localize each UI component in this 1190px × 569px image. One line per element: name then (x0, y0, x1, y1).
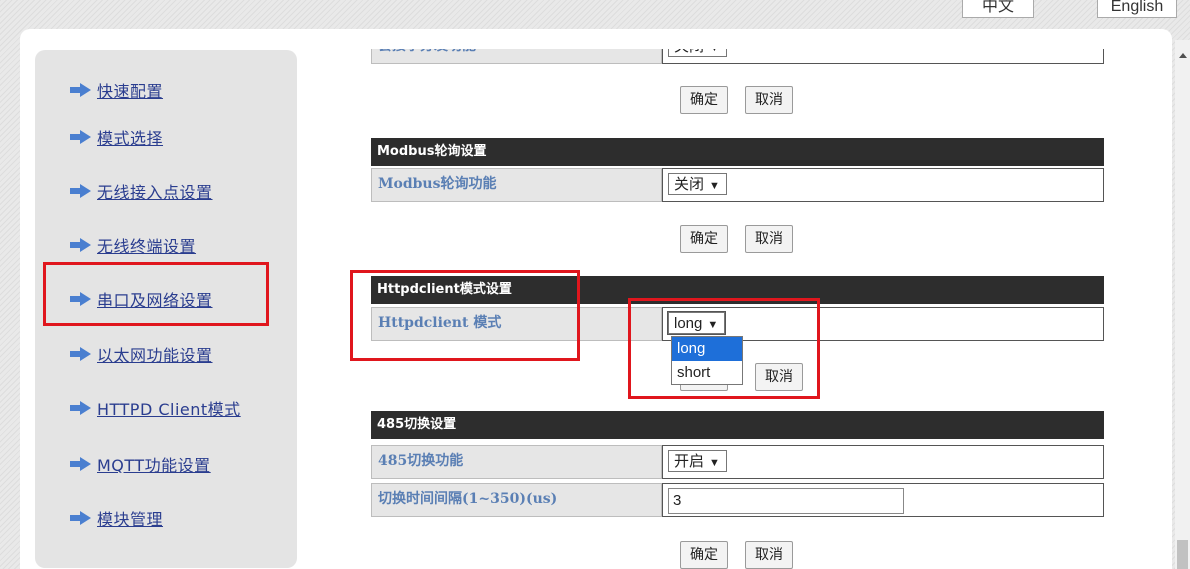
sidebar-item-mqtt[interactable]: MQTT功能设置 (70, 452, 211, 476)
rs485-interval-row: 切换时间间隔(1~350)(us) 3 (371, 483, 1104, 517)
lang-chinese-button[interactable]: 中文 (962, 0, 1034, 18)
sidebar-item-httpd-client[interactable]: HTTPD Client模式 (70, 396, 241, 420)
rs485-switch-label: 485切换功能 (371, 445, 662, 479)
rs485-interval-input[interactable]: 3 (668, 488, 904, 514)
rs485-interval-label: 切换时间间隔(1~350)(us) (371, 483, 662, 517)
arrow-right-icon (70, 184, 91, 198)
dropdown-caret-icon: ▼ (709, 180, 720, 192)
scroll-thumb[interactable] (1177, 540, 1188, 569)
arrow-right-icon (70, 130, 91, 144)
modbus-select[interactable]: 关闭 ▼ (668, 173, 727, 195)
arrow-right-icon (70, 238, 91, 252)
modbus-section-header: Modbus轮询设置 (371, 138, 1104, 166)
scrollbar[interactable] (1175, 40, 1190, 569)
sidebar-item-label: 以太网功能设置 (97, 346, 213, 365)
confirm-button[interactable]: 确定 (680, 541, 728, 569)
sidebar-item-wireless-ap[interactable]: 无线接入点设置 (70, 179, 213, 203)
sidebar-item-mode-select[interactable]: 模式选择 (70, 125, 163, 149)
dropdown-caret-icon: ▼ (709, 457, 720, 469)
rs485-section-header: 485切换设置 (371, 411, 1104, 439)
scroll-up-arrow-icon[interactable] (1179, 53, 1187, 58)
sidebar-item-ethernet[interactable]: 以太网功能设置 (70, 342, 213, 366)
arrow-right-icon (70, 457, 91, 471)
sidebar-item-label: MQTT功能设置 (97, 456, 211, 475)
confirm-button[interactable]: 确定 (680, 225, 728, 253)
arrow-right-icon (70, 511, 91, 525)
sidebar-item-label: 无线接入点设置 (97, 183, 213, 202)
modbus-cell: 关闭 ▼ (662, 168, 1104, 202)
sidebar-item-label: 快速配置 (97, 82, 164, 101)
sidebar-item-module-manage[interactable]: 模块管理 (70, 506, 163, 530)
sidebar-item-quick-config[interactable]: 快速配置 (70, 78, 163, 102)
cancel-button[interactable]: 取消 (745, 541, 793, 569)
modbus-label: Modbus轮询功能 (371, 168, 662, 202)
rs485-interval-cell: 3 (662, 483, 1104, 517)
cancel-button[interactable]: 取消 (745, 225, 793, 253)
rs485-switch-cell: 开启 ▼ (662, 445, 1104, 479)
cancel-button[interactable]: 取消 (745, 86, 793, 114)
sidebar-item-label: HTTPD Client模式 (97, 400, 241, 419)
highlight-box-sidebar (43, 262, 269, 326)
highlight-box-section (350, 270, 580, 361)
highlight-box-dropdown (628, 298, 820, 399)
modbus-row: Modbus轮询功能 关闭 ▼ (371, 168, 1104, 202)
lang-english-button[interactable]: English (1097, 0, 1177, 18)
confirm-button[interactable]: 确定 (680, 86, 728, 114)
select-value: 关闭 (674, 176, 705, 193)
arrow-right-icon (70, 83, 91, 97)
rs485-switch-row: 485切换功能 开启 ▼ (371, 445, 1104, 479)
sidebar-item-label: 模块管理 (97, 510, 164, 529)
sidebar-item-label: 模式选择 (97, 129, 164, 148)
sidebar-item-wireless-sta[interactable]: 无线终端设置 (70, 233, 196, 257)
select-value: 开启 (674, 453, 705, 470)
sidebar-item-label: 无线终端设置 (97, 237, 197, 256)
arrow-right-icon (70, 347, 91, 361)
rs485-switch-select[interactable]: 开启 ▼ (668, 450, 727, 472)
arrow-right-icon (70, 401, 91, 415)
